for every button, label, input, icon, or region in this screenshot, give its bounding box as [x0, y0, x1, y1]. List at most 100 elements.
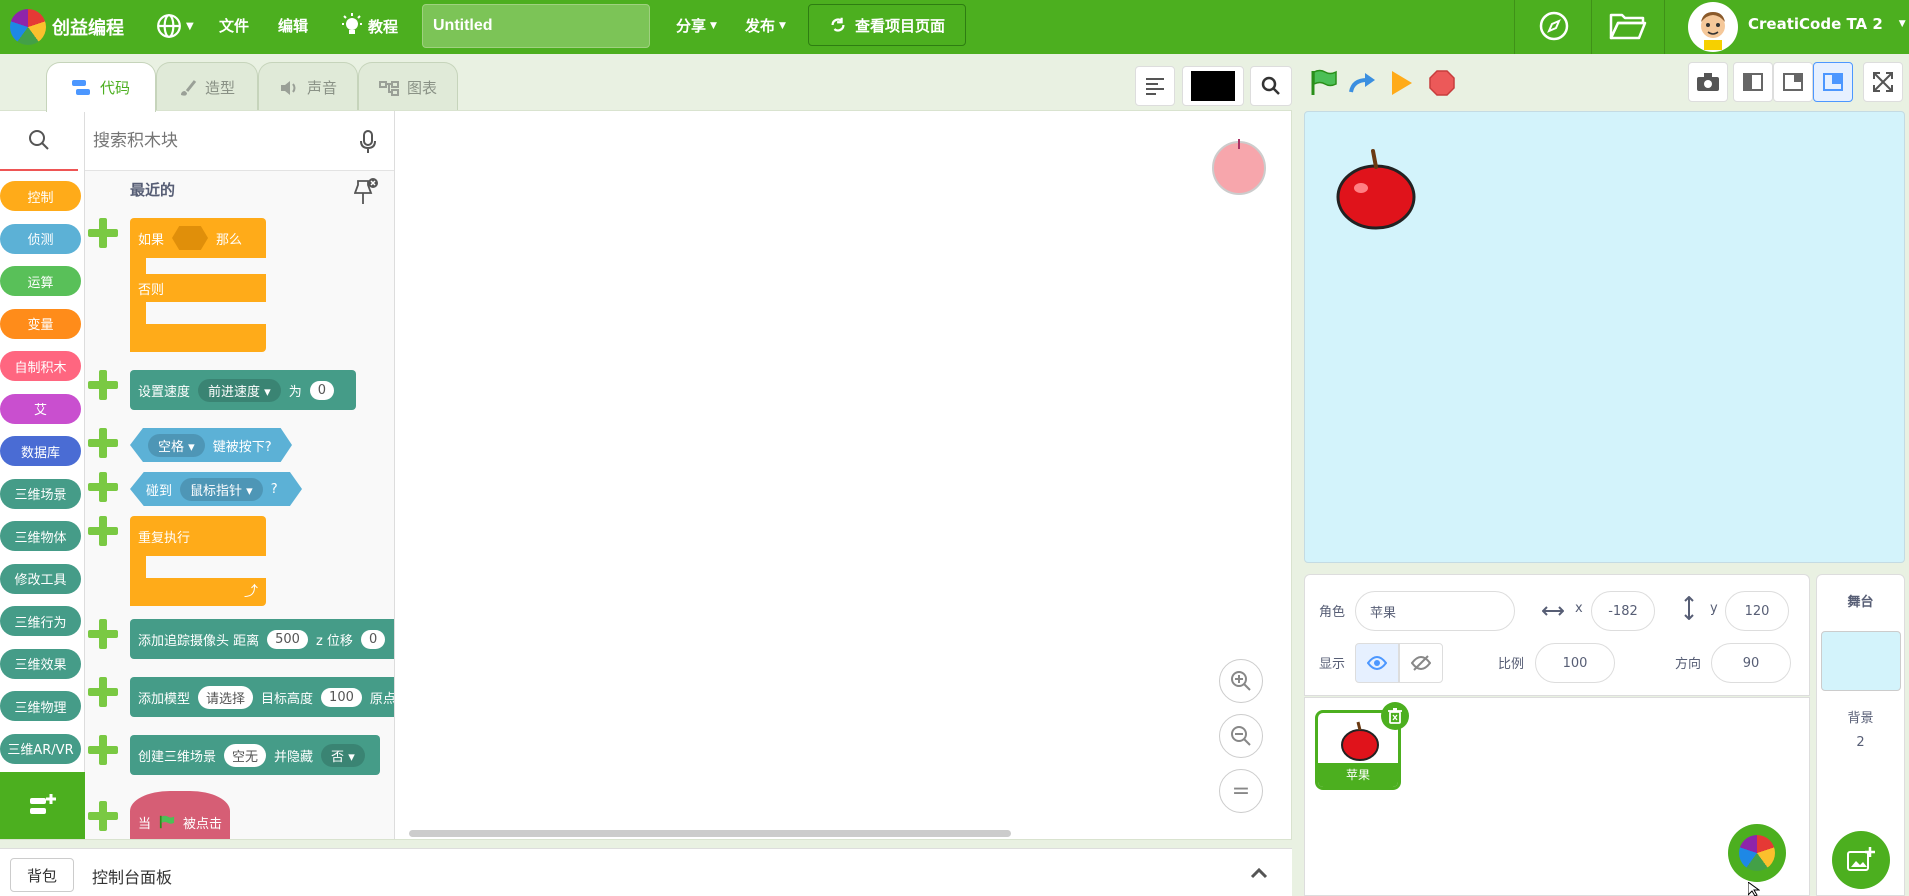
edit-menu[interactable]: 编辑	[278, 15, 308, 36]
unpin-button[interactable]	[353, 177, 379, 207]
add-tracking-camera-block[interactable]: 添加追踪摄像头 距离 500 z 位移 0	[130, 619, 394, 659]
medium-stage-button[interactable]	[1773, 62, 1813, 102]
user-menu[interactable]: CreatiCode TA 2 ▼	[1748, 15, 1906, 33]
category-1[interactable]: 控制	[0, 181, 81, 211]
file-menu[interactable]: 文件	[219, 15, 249, 36]
category-9[interactable]: 三维物体	[0, 521, 81, 551]
stop-button[interactable]	[1427, 68, 1457, 98]
screenshot-button[interactable]	[1688, 62, 1728, 102]
brand-logo[interactable]: 创益编程	[10, 9, 124, 45]
tab-code[interactable]: 代码	[46, 62, 156, 112]
sprite-name-input[interactable]: 苹果	[1355, 591, 1515, 631]
category-12[interactable]: 三维效果	[0, 648, 81, 679]
add-block-button[interactable]	[88, 801, 118, 831]
z-offset-input[interactable]: 0	[360, 629, 386, 649]
add-block-button[interactable]	[88, 218, 118, 248]
create-3d-scene-block[interactable]: 创建三维场景 空无 并隐藏 否 ▾	[130, 735, 380, 775]
hide-dropdown[interactable]: 否 ▾	[321, 743, 365, 767]
stage-canvas[interactable]	[1304, 111, 1905, 563]
add-block-button[interactable]	[88, 516, 118, 546]
category-7[interactable]: 数据库	[0, 436, 81, 466]
hide-sprite-button[interactable]	[1399, 643, 1443, 683]
when-flag-clicked-block[interactable]: 当 被点击	[130, 791, 230, 839]
category-4[interactable]: 变量	[0, 308, 81, 339]
set-speed-block[interactable]: 设置速度 前进速度 ▾ 为 0	[130, 370, 356, 410]
explore-button[interactable]	[1537, 9, 1571, 43]
fullscreen-button[interactable]	[1863, 62, 1903, 102]
run-button[interactable]	[1387, 68, 1417, 98]
category-13[interactable]: 三维物理	[0, 691, 81, 721]
tab-costume[interactable]: 造型	[156, 62, 258, 112]
category-6[interactable]: 艾	[0, 393, 81, 424]
small-stage-button[interactable]	[1733, 62, 1773, 102]
console-panel-tab[interactable]: 控制台面板	[92, 864, 172, 888]
language-menu[interactable]: ▼	[156, 13, 194, 39]
add-block-button[interactable]	[88, 677, 118, 707]
share-menu[interactable]: 分享 ▼	[676, 15, 717, 36]
add-backdrop-button[interactable]	[1832, 831, 1890, 889]
height-input[interactable]: 100	[321, 687, 362, 707]
delete-sprite-button[interactable]	[1381, 702, 1409, 730]
tab-chart[interactable]: 图表	[358, 62, 458, 112]
horizontal-scrollbar[interactable]	[409, 830, 1011, 837]
show-sprite-button[interactable]	[1355, 643, 1399, 683]
speed-value-input[interactable]: 0	[309, 380, 334, 400]
zoom-in-button[interactable]	[1219, 659, 1263, 703]
large-stage-button[interactable]	[1813, 62, 1853, 102]
direction-input[interactable]: 90	[1711, 643, 1791, 683]
add-block-button[interactable]	[88, 472, 118, 502]
apple-sprite[interactable]	[1335, 148, 1417, 230]
y-position-input[interactable]: 120	[1725, 591, 1789, 631]
category-11[interactable]: 三维行为	[0, 606, 81, 636]
chart-icon	[378, 80, 399, 96]
tab-sound[interactable]: 声音	[258, 62, 358, 112]
backpack-tab[interactable]: 背包	[10, 858, 74, 892]
view-project-page-button[interactable]: 查看项目页面	[808, 4, 966, 46]
block-search-input[interactable]	[93, 123, 343, 159]
category-2[interactable]: 侦测	[0, 223, 81, 254]
chevron-up-icon	[1250, 867, 1268, 879]
size-input[interactable]: 100	[1535, 643, 1615, 683]
category-3[interactable]: 运算	[0, 266, 81, 296]
category-5[interactable]: 自制积木	[0, 351, 81, 381]
scene-type-input[interactable]: 空无	[224, 743, 267, 767]
category-8[interactable]: 三维场景	[0, 478, 81, 509]
backdrops-count: 2	[1856, 735, 1865, 750]
tutorial-menu[interactable]: 教程	[340, 13, 398, 39]
search-code-button[interactable]	[1250, 66, 1292, 106]
show-label: 显示	[1319, 657, 1346, 672]
add-model-block[interactable]: 添加模型 请选择 目标高度 100 原点	[130, 677, 394, 717]
format-code-button[interactable]	[1135, 66, 1175, 106]
key-pressed-block[interactable]: 空格 ▾ 键被按下?	[130, 428, 292, 462]
my-projects-button[interactable]	[1608, 9, 1648, 43]
touching-dropdown[interactable]: 鼠标指针 ▾	[180, 477, 263, 501]
camera-distance-input[interactable]: 500	[267, 629, 308, 649]
publish-menu[interactable]: 发布 ▼	[745, 15, 786, 36]
category-10[interactable]: 修改工具	[0, 563, 81, 594]
forever-block[interactable]: 重复执行 ⤴	[130, 516, 266, 606]
add-block-button[interactable]	[88, 619, 118, 649]
speed-type-dropdown[interactable]: 前进速度 ▾	[198, 378, 281, 402]
avatar[interactable]	[1688, 2, 1738, 52]
stage-selector[interactable]: 舞台 背景 2	[1816, 574, 1905, 896]
add-block-button[interactable]	[88, 370, 118, 400]
zoom-reset-button[interactable]: =	[1219, 769, 1263, 813]
if-else-block[interactable]: 如果 那么 否则	[130, 218, 266, 352]
category-14[interactable]: 三维AR/VR	[0, 733, 81, 764]
turbo-button[interactable]	[1347, 68, 1377, 98]
add-block-button[interactable]	[88, 428, 118, 458]
voice-search-button[interactable]	[357, 129, 379, 155]
key-dropdown[interactable]: 空格 ▾	[148, 433, 205, 457]
model-select-input[interactable]: 请选择	[198, 685, 254, 709]
green-flag-button[interactable]	[1308, 68, 1338, 98]
zoom-out-button[interactable]	[1219, 714, 1263, 758]
project-title-input[interactable]	[422, 4, 650, 48]
add-extension-button[interactable]	[0, 772, 85, 839]
x-position-input[interactable]: -182	[1591, 591, 1655, 631]
add-sprite-button[interactable]	[1728, 824, 1786, 882]
search-blocks-button[interactable]	[0, 111, 78, 171]
color-picker-button[interactable]	[1182, 66, 1244, 106]
add-block-button[interactable]	[88, 735, 118, 765]
touching-block[interactable]: 碰到 鼠标指针 ▾ ?	[130, 472, 302, 506]
expand-panel-button[interactable]	[1244, 859, 1274, 887]
